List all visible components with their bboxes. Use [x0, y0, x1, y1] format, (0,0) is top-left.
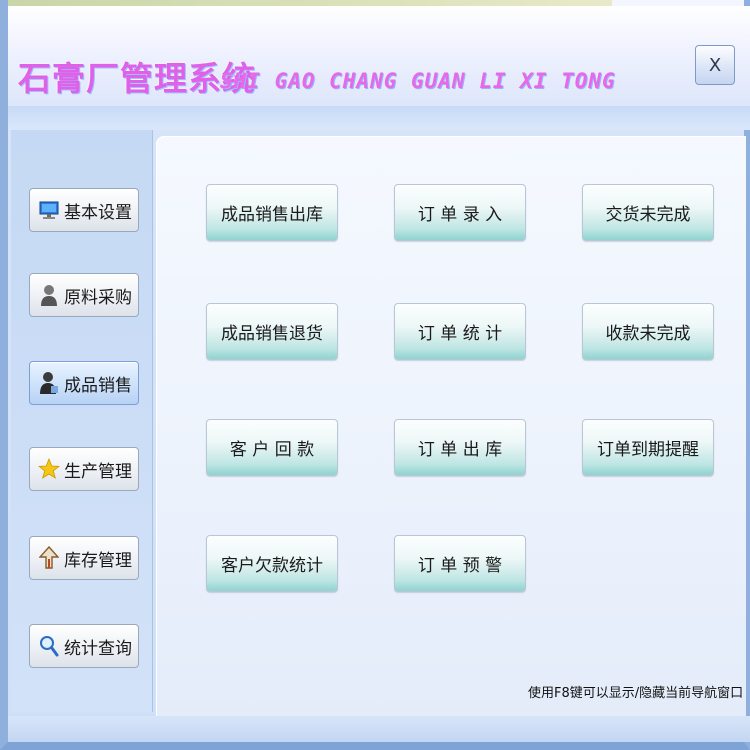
order-warning-button[interactable]: 订 单 预 警	[394, 535, 526, 592]
payment-incomplete-button[interactable]: 收款未完成	[582, 303, 714, 360]
app-window: 石膏厂管理系统 SHI GAO CHANG GUAN LI XI TONG X …	[0, 0, 750, 750]
order-outbound-button[interactable]: 订 单 出 库	[394, 419, 526, 476]
sidebar-item-basic-settings[interactable]: 基本设置	[29, 188, 139, 232]
sidebar-item-production[interactable]: 生产管理	[29, 447, 139, 491]
close-button[interactable]: X	[695, 45, 735, 85]
f8-hint-text: 使用F8键可以显示/隐藏当前导航窗口	[528, 686, 744, 701]
sidebar-item-label: 库存管理	[64, 550, 132, 571]
sidebar-item-label: 成品销售	[64, 375, 132, 396]
product-sales-outbound-button[interactable]: 成品销售出库	[206, 184, 338, 241]
sidebar-item-inventory[interactable]: 库存管理	[29, 536, 139, 580]
sidebar-item-label: 基本设置	[64, 202, 132, 223]
monitor-icon	[38, 198, 60, 222]
customer-payment-button[interactable]: 客 户 回 款	[206, 419, 338, 476]
delivery-incomplete-button[interactable]: 交货未完成	[582, 184, 714, 241]
sidebar-item-label: 统计查询	[64, 638, 132, 659]
star-icon	[38, 457, 60, 481]
order-due-reminder-button[interactable]: 订单到期提醒	[582, 419, 714, 476]
product-sales-return-button[interactable]: 成品销售退货	[206, 303, 338, 360]
order-entry-button[interactable]: 订 单 录 入	[394, 184, 526, 241]
header-divider	[8, 106, 750, 130]
salesperson-icon	[38, 371, 60, 395]
user-icon	[38, 283, 60, 307]
bottom-bar	[8, 716, 750, 742]
sidebar-item-label: 生产管理	[64, 461, 132, 482]
title-bar: 石膏厂管理系统 SHI GAO CHANG GUAN LI XI TONG X	[8, 6, 750, 106]
sidebar-item-statistics[interactable]: 统计查询	[29, 624, 139, 668]
sidebar-item-material-purchase[interactable]: 原料采购	[29, 273, 139, 317]
sidebar-item-product-sales[interactable]: 成品销售	[29, 361, 139, 405]
order-statistics-button[interactable]: 订 单 统 计	[394, 303, 526, 360]
magnifier-icon	[38, 634, 60, 658]
customer-debt-statistics-button[interactable]: 客户欠款统计	[206, 535, 338, 592]
sidebar-item-label: 原料采购	[64, 287, 132, 308]
app-title-pinyin: SHI GAO CHANG GUAN LI XI TONG	[220, 69, 616, 93]
up-arrow-icon	[38, 546, 60, 570]
